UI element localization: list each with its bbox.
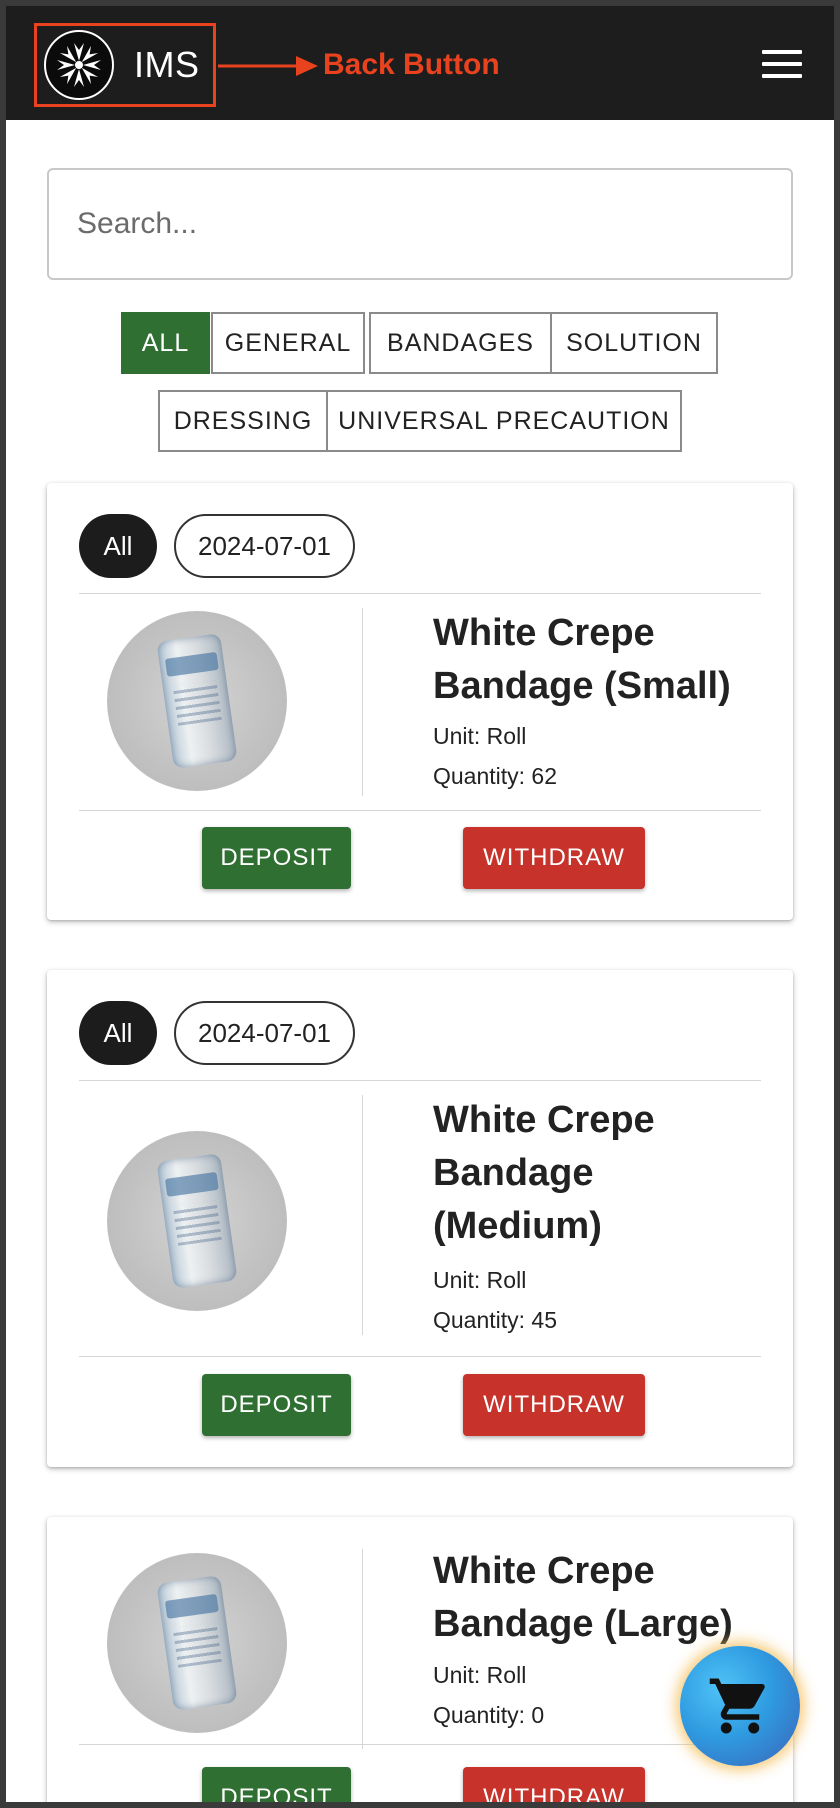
cart-button[interactable]: [680, 1646, 800, 1766]
item-card: White Crepe Bandage (Large) Unit: Roll Q…: [47, 1517, 793, 1802]
divider: [362, 1095, 363, 1335]
item-image: [107, 611, 287, 791]
date-tag: 2024-07-01: [174, 514, 355, 578]
item-name: White Crepe Bandage (Small): [433, 612, 731, 707]
filter-general[interactable]: GENERAL: [211, 312, 365, 374]
divider: [79, 593, 761, 594]
item-unit: Unit: Roll: [433, 1662, 527, 1688]
deposit-button[interactable]: DEPOSIT: [202, 1374, 351, 1436]
item-image: [107, 1553, 287, 1733]
app-brand: IMS: [134, 44, 200, 85]
filter-solution[interactable]: SOLUTION: [550, 312, 718, 374]
divider: [362, 1549, 363, 1749]
withdraw-button[interactable]: WITHDRAW: [463, 1767, 645, 1802]
deposit-button[interactable]: DEPOSIT: [202, 827, 351, 889]
item-name: White Crepe Bandage (Large): [433, 1550, 733, 1645]
category-tag: All: [79, 514, 157, 578]
category-tag: All: [79, 1001, 157, 1065]
item-quantity: Quantity: 45: [433, 1307, 558, 1333]
search-input[interactable]: [47, 168, 793, 280]
app-screen: IMS Back Button ALL GENERAL BANDAGES SOL…: [6, 6, 834, 1802]
annotation-arrow-icon: [218, 56, 318, 76]
divider: [79, 1744, 761, 1745]
divider: [362, 608, 363, 796]
item-unit: Unit: Roll: [433, 1267, 527, 1293]
item-quantity: Quantity: 62: [433, 763, 558, 789]
date-tag: 2024-07-01: [174, 1001, 355, 1065]
filter-all[interactable]: ALL: [121, 312, 210, 374]
item-card: All 2024-07-01 White Crepe Bandage (Medi…: [47, 970, 793, 1467]
withdraw-button[interactable]: WITHDRAW: [463, 1374, 645, 1436]
filter-dressing[interactable]: DRESSING: [158, 390, 328, 452]
shopping-cart-icon: [709, 1678, 765, 1734]
item-image: [107, 1131, 287, 1311]
filter-universal-precaution[interactable]: UNIVERSAL PRECAUTION: [326, 390, 682, 452]
item-card: All 2024-07-01 White Crepe Bandage (Smal…: [47, 483, 793, 920]
hamburger-menu-icon[interactable]: [762, 50, 802, 80]
deposit-button[interactable]: DEPOSIT: [202, 1767, 351, 1802]
divider: [79, 810, 761, 811]
annotation-label: Back Button: [323, 48, 500, 81]
withdraw-button[interactable]: WITHDRAW: [463, 827, 645, 889]
item-name: White Crepe Bandage (Medium): [433, 1099, 655, 1247]
app-bar: IMS Back Button: [6, 6, 834, 120]
divider: [79, 1080, 761, 1081]
filter-bandages[interactable]: BANDAGES: [369, 312, 552, 374]
divider: [79, 1356, 761, 1357]
item-quantity: Quantity: 0: [433, 1702, 545, 1728]
star-cross-logo-icon: [44, 30, 114, 100]
item-unit: Unit: Roll: [433, 723, 527, 749]
back-button[interactable]: IMS: [34, 23, 216, 107]
